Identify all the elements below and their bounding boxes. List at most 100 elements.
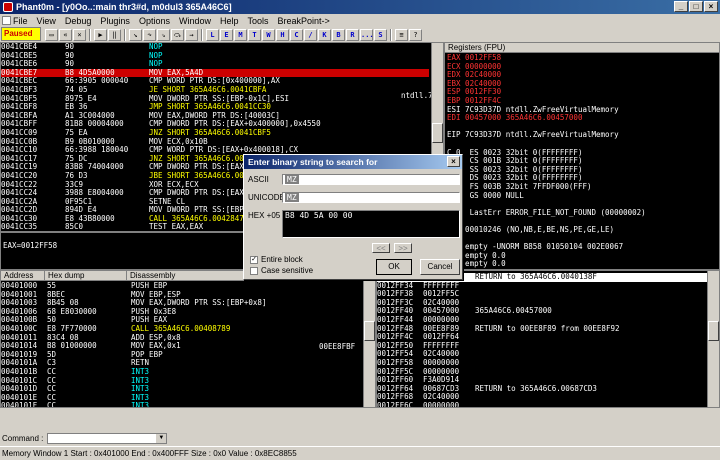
step-over-icon[interactable]: ↷ (143, 28, 156, 41)
rewind-icon[interactable]: « (59, 28, 72, 41)
entire-block-checkbox[interactable]: ✓ Entire block (250, 255, 303, 264)
dump-pane[interactable]: Address Hex dump Disassembly 00401000 55 P… (0, 270, 376, 408)
unicode-input[interactable]: MZ (282, 192, 460, 203)
register-line[interactable]: EFL 00010246 (NO,NB,E,BE,NS,PE,GE,LE) (447, 225, 717, 235)
menu-breakpoint[interactable]: BreakPoint-> (278, 16, 330, 26)
dump-row[interactable]: 00401000 55 PUSH EBP (1, 282, 363, 291)
stack-row[interactable]: 0012FF48 00EE8F89 RETURN to 00EE8F89 from … (377, 325, 707, 334)
dump-scrollbar[interactable] (363, 281, 375, 407)
trace-over-icon[interactable]: ⤼ (171, 28, 184, 41)
disasm-row[interactable]: 0041CBFF 81B8 00004000 CMP DWORD PTR DS:[E… (1, 120, 429, 129)
disasm-row[interactable]: 0041CBF8 EB 36 JMP SHORT 365A46C6.0041CC30 (1, 103, 429, 112)
dump-row[interactable]: 00401011 83C4 08 ADD ESP,0x8 (1, 334, 363, 343)
dump-row[interactable]: 00401003 8B45 08 MOV EAX,DWORD PTR SS:[EBP… (1, 299, 363, 308)
menu-view[interactable]: View (37, 16, 56, 26)
toolbar-c-icon[interactable]: C (290, 28, 303, 41)
dump-row[interactable]: 00401019 5D POP EBP (1, 351, 363, 360)
menu-window[interactable]: Window (179, 16, 211, 26)
stack-row[interactable]: 0012FF4C 0012FF64 (377, 333, 707, 342)
register-line[interactable]: EIP 7C93D37D ntdll.ZwFreeVirtualMemory (447, 131, 717, 140)
dump-col-address[interactable]: Address (1, 271, 45, 280)
maximize-button[interactable]: □ (689, 1, 703, 12)
dump-row[interactable]: 0040101A C3 RETN (1, 359, 363, 368)
disasm-row[interactable]: 0041CBF3 74 05 JE SHORT 365A46C6.0041CBFA (1, 86, 429, 95)
dump-row[interactable]: 0040100B 50 PUSH EAX (1, 316, 363, 325)
menu-plugins[interactable]: Plugins (100, 16, 130, 26)
disasm-row[interactable]: 0041CBF5 8975 E4 MOV DWORD PTR SS:[EBP-0x1… (1, 95, 429, 104)
stack-row[interactable]: 0012FF54 02C40000 (377, 350, 707, 359)
disasm-row[interactable]: 0041CC09 75 EA JNZ SHORT 365A46C6.0041CBF5 (1, 129, 429, 138)
dump-row[interactable]: 0040101E CC INT3 (1, 394, 363, 403)
stack-row[interactable]: 0012FF58 00000000 (377, 359, 707, 368)
register-line[interactable]: O 0 LastErr ERROR_FILE_NOT_FOUND (000000… (447, 208, 717, 218)
toolbar-k-icon[interactable]: K (318, 28, 331, 41)
disasm-row[interactable]: 0041CBE7 B8 4D5A0000 MOV EAX,5A4D (1, 68, 429, 78)
run-icon[interactable]: ▶ (94, 28, 107, 41)
disasm-row[interactable]: 0041CBE4 90 NOP (1, 43, 429, 52)
dump-row[interactable]: 00401014 B8 01000000 MOV EAX,0x1 (1, 342, 363, 351)
prev-button[interactable]: << (372, 243, 390, 253)
execute-till-return-icon[interactable]: → (185, 28, 198, 41)
ascii-input[interactable]: MZ (282, 174, 460, 185)
disasm-row[interactable]: 0041CBE5 90 NOP (1, 52, 429, 61)
stack-row[interactable]: 0012FF3C 02C40000 (377, 299, 707, 308)
step-into-icon[interactable]: ↘ (129, 28, 142, 41)
list-icon[interactable]: ≡ (395, 28, 408, 41)
disasm-row[interactable]: 0041CBEC 66:3905 000040 CMP WORD PTR DS:[0… (1, 77, 429, 86)
cancel-button[interactable]: Cancel (420, 259, 460, 275)
dump-col-hex[interactable]: Hex dump (45, 271, 127, 280)
stack-row[interactable]: 0012FF40 00457000 365A46C6.00457000 (377, 307, 707, 316)
toolbar-l-icon[interactable]: L (206, 28, 219, 41)
dialog-close-button[interactable]: × (447, 156, 460, 167)
pause-icon[interactable]: ‖ (108, 28, 121, 41)
stack-row[interactable]: 0012FF38 0012FF5C (377, 290, 707, 299)
case-sensitive-checkbox[interactable]: Case sensitive (250, 266, 313, 275)
disasm-row[interactable]: 0041CBFA A1 3C004000 MOV EAX,DWORD PTR DS:… (1, 112, 429, 121)
toolbar-w-icon[interactable]: W (262, 28, 275, 41)
dump-row[interactable]: 0040101D CC INT3 (1, 385, 363, 394)
stack-pane[interactable]: 0012FF300040138FRETURN to 365A46C6.00401… (376, 270, 720, 408)
menu-file[interactable]: File (13, 16, 28, 26)
toolbar-h-icon[interactable]: H (276, 28, 289, 41)
dump-row[interactable]: 0040101F CC INT3 (1, 402, 363, 407)
toolbar-dots-icon[interactable]: ... (360, 28, 374, 41)
menu-debug[interactable]: Debug (65, 16, 92, 26)
toolbar-t-icon[interactable]: T (248, 28, 261, 41)
minimize-button[interactable]: _ (674, 1, 688, 12)
dump-row[interactable]: 00401001 8BEC MOV EBP,ESP (1, 291, 363, 300)
stack-row[interactable]: 0012FF64 00687CD3 RETURN to 365A46C6.00687… (377, 385, 707, 394)
menu-options[interactable]: Options (139, 16, 170, 26)
stack-row[interactable]: 0012FF50 FFFFFFFF (377, 342, 707, 351)
toolbar-s-icon[interactable]: S (374, 28, 387, 41)
register-line[interactable]: T 0 GS 0000 NULL (447, 191, 717, 201)
disasm-row[interactable]: 0041CC0B B9 0B010000 MOV ECX,0x10B (1, 138, 429, 147)
dump-row[interactable]: 0040101B CC INT3 (1, 368, 363, 377)
stack-row[interactable]: 0012FF5C 00000000 (377, 368, 707, 377)
stack-scrollbar[interactable] (707, 271, 719, 407)
toolbar-r-icon[interactable]: R (346, 28, 359, 41)
close-button[interactable]: × (704, 1, 718, 12)
registers-pane[interactable]: Registers (FPU) EAX 0012FF58 ECX 00000000… (444, 42, 720, 270)
stack-row[interactable]: 0012FF34 FFFFFFFF (377, 282, 707, 291)
stack-row[interactable]: 0012FF60 F3A0D914 (377, 376, 707, 385)
toolbar-slash-icon[interactable]: / (304, 28, 317, 41)
dump-row[interactable]: 00401006 68 E8030000 PUSH 0x3E8 (1, 308, 363, 317)
stack-row[interactable]: 0012FF44 00000000 (377, 316, 707, 325)
stack-row[interactable]: 0012FF68 02C40000 (377, 393, 707, 402)
close-file-icon[interactable]: × (73, 28, 86, 41)
menu-help[interactable]: Help (220, 16, 239, 26)
hex-input[interactable]: B8 4D 5A 00 00 (282, 210, 460, 238)
toolbar-b-icon[interactable]: B (332, 28, 345, 41)
chevron-down-icon[interactable]: ▼ (156, 433, 167, 443)
trace-into-icon[interactable]: ⇘ (157, 28, 170, 41)
ok-button[interactable]: OK (376, 259, 412, 275)
dump-row[interactable]: 0040101C CC INT3 (1, 377, 363, 386)
stack-row[interactable]: 0012FF6C 00000000 (377, 402, 707, 407)
register-line[interactable]: EDI 00457000 365A46C6.00457000 (447, 114, 717, 123)
toolbar-m-icon[interactable]: M (234, 28, 247, 41)
menu-tools[interactable]: Tools (248, 16, 269, 26)
toolbar-e-icon[interactable]: E (220, 28, 233, 41)
open-icon[interactable]: ▭ (45, 28, 58, 41)
next-button[interactable]: >> (394, 243, 412, 253)
command-input[interactable]: ▼ (47, 432, 168, 444)
